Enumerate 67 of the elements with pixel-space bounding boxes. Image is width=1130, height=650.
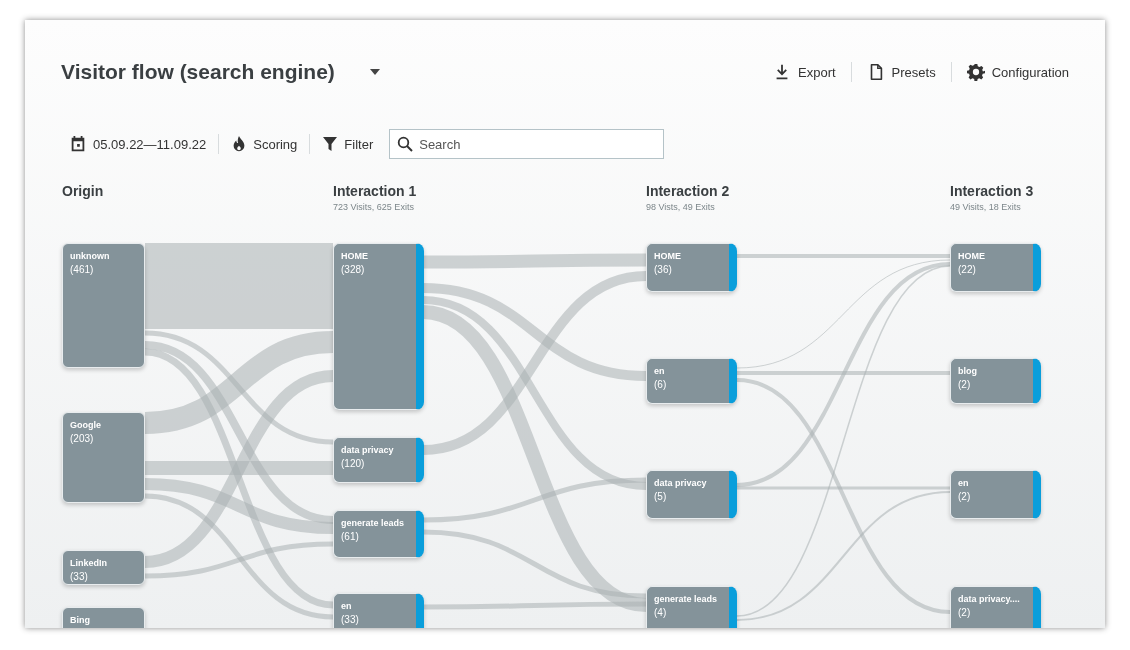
flow-node[interactable]: data privacy (5) (646, 470, 737, 519)
node-label: generate leads (654, 594, 719, 604)
node-label: data privacy (341, 445, 395, 455)
node-count: (120) (341, 458, 366, 469)
node-count: (33) (70, 571, 89, 582)
flow-node[interactable]: HOME (36) (646, 243, 737, 292)
flow-node[interactable]: generate leads (61) (333, 510, 424, 558)
node-count: (33) (341, 614, 360, 625)
node-label: Bing (70, 615, 91, 625)
node-label: en (958, 478, 970, 488)
node-label: HOME (654, 251, 682, 261)
node-count: (2) (958, 491, 972, 502)
node-label: unknown (70, 251, 111, 261)
flow-node[interactable]: blog (2) (950, 358, 1041, 404)
date-range-button[interactable]: 05.09.22—11.09.22 (69, 135, 219, 153)
filter-button[interactable]: Filter (310, 136, 386, 152)
node-count: (2) (958, 607, 972, 618)
flow-node[interactable]: en (2) (950, 470, 1041, 519)
node-count: (22) (958, 264, 977, 275)
node-label: en (654, 366, 666, 376)
column-subtitle: 49 Visits, 18 Exits (950, 202, 1022, 212)
configuration-button[interactable]: Configuration (951, 63, 1069, 81)
presets-button[interactable]: Presets (851, 63, 951, 81)
node-count: (2) (958, 379, 972, 390)
flow-node[interactable]: HOME (328) (333, 243, 424, 410)
node-label: HOME (341, 251, 369, 261)
node-label: HOME (958, 251, 986, 261)
node-count: (203) (70, 433, 95, 444)
search-field[interactable]: Search (389, 129, 665, 159)
node-label: data privacy.... (958, 594, 1021, 604)
scoring-button[interactable]: Scoring (219, 135, 310, 153)
calendar-icon (69, 135, 87, 153)
node-label: LinkedIn (70, 558, 108, 568)
column-subtitle: 723 Visits, 625 Exits (333, 202, 415, 212)
column-subtitle: 98 Vists, 49 Exits (646, 202, 716, 212)
node-count: (328) (341, 264, 366, 275)
node-count: (36) (654, 264, 673, 275)
search-icon (397, 136, 414, 152)
flow-node[interactable]: HOME (22) (950, 243, 1041, 292)
node-count: (61) (341, 531, 360, 542)
column-title: Interaction 1 (333, 183, 417, 199)
node-label: en (341, 601, 353, 611)
node-count: (5) (654, 491, 668, 502)
flow-node[interactable]: en (6) (646, 358, 737, 404)
flow-node[interactable]: en (33) (333, 593, 424, 628)
node-count: (4) (654, 607, 668, 618)
page-title: Visitor flow (search engine) (61, 60, 335, 84)
flow-node[interactable]: unknown (461) (62, 243, 145, 368)
column-title: Origin (62, 183, 104, 199)
node-label: blog (958, 366, 978, 376)
flow-node[interactable]: data privacy (120) (333, 437, 424, 483)
flow-node[interactable]: Bing (62, 607, 145, 628)
flow-node[interactable]: generate leads (4) (646, 586, 737, 628)
flow-node[interactable]: LinkedIn (33) (62, 550, 145, 585)
flow-node[interactable]: data privacy.... (2) (950, 586, 1041, 628)
column-title: Interaction 2 (646, 183, 730, 199)
node-label: data privacy (654, 478, 708, 488)
export-button[interactable]: Export (758, 63, 851, 81)
node-count: (461) (70, 264, 95, 275)
column-title: Interaction 3 (950, 183, 1034, 199)
filter-icon (322, 136, 339, 152)
node-label: generate leads (341, 518, 406, 528)
settings-icon (966, 63, 985, 81)
dropdown-caret-icon[interactable] (368, 68, 381, 76)
node-label: Google (70, 420, 102, 430)
node-count: (6) (654, 379, 668, 390)
flow-node[interactable]: Google (203) (62, 412, 145, 503)
